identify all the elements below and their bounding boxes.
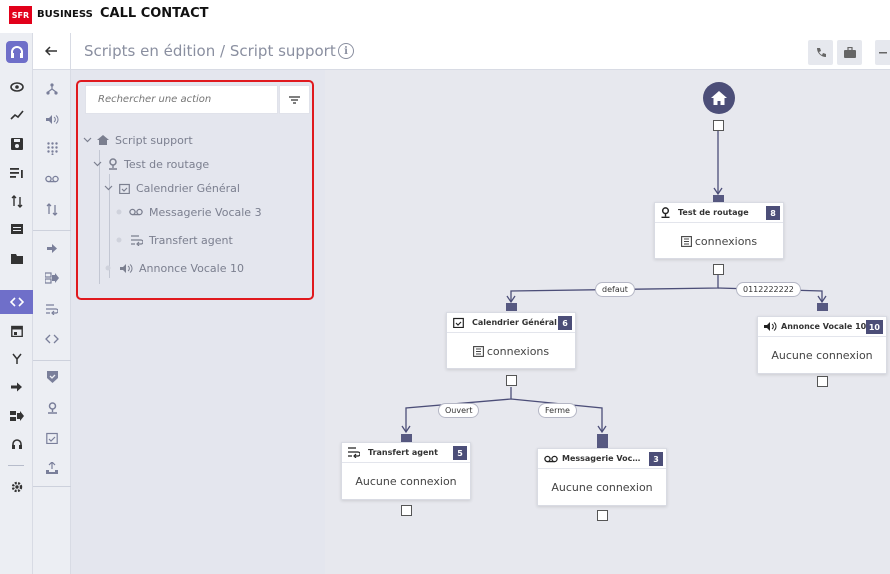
shield-check-icon[interactable] <box>33 367 71 387</box>
app-title: CALL CONTACT <box>100 6 209 21</box>
eye-icon[interactable] <box>0 76 33 98</box>
phone-button[interactable] <box>808 40 833 65</box>
node-body-label: connexions <box>486 344 550 358</box>
edge-label-ferme[interactable]: Ferme <box>538 403 577 418</box>
node-badge: 6 <box>558 316 572 330</box>
forward-icon[interactable] <box>33 238 71 258</box>
code-icon[interactable] <box>33 329 71 349</box>
voicemail-icon <box>544 455 558 462</box>
calendar-check-icon <box>453 317 464 328</box>
rail-divider <box>8 465 24 466</box>
upload-tray-icon[interactable] <box>33 458 71 478</box>
merge-icon[interactable] <box>0 348 33 370</box>
queue-icon[interactable] <box>0 161 33 183</box>
arrow-right-icon[interactable] <box>0 376 33 398</box>
agent-transfer-icon <box>348 447 360 458</box>
calendar-check-icon[interactable] <box>33 428 71 448</box>
route-icon[interactable] <box>0 405 33 427</box>
folder-icon[interactable] <box>0 247 33 269</box>
node-body-label: Aucune connexion <box>551 481 653 494</box>
node-annonce-vocale[interactable]: Annonce Vocale 10 10 Aucune connexion <box>757 316 887 374</box>
brand-label: BUSINESS <box>37 9 93 20</box>
info-icon[interactable]: i <box>338 43 354 59</box>
node-badge: 10 <box>865 320 883 334</box>
transfer-arrows-icon[interactable] <box>0 190 33 212</box>
calendrier-input-port[interactable] <box>506 303 517 311</box>
start-home-icon[interactable] <box>703 82 735 114</box>
node-header: Messagerie Voc… <box>538 449 666 469</box>
messagerie-input-port[interactable] <box>597 434 608 448</box>
list-icon <box>680 235 692 247</box>
transfert-output-port[interactable] <box>401 505 412 516</box>
node-title: Transfert agent <box>368 448 438 457</box>
swap-arrows-icon[interactable] <box>33 199 71 219</box>
node-body-label: Aucune connexion <box>355 475 457 488</box>
node-badge: 3 <box>649 452 663 466</box>
calendar-icon[interactable] <box>0 320 33 342</box>
speaker-icon[interactable] <box>33 109 71 129</box>
top-bar: SFR BUSINESS CALL CONTACT <box>0 0 890 33</box>
node-title: Calendrier Général <box>472 318 557 327</box>
location-pin-icon[interactable] <box>33 398 71 418</box>
transfert-input-port[interactable] <box>401 434 412 442</box>
dialpad-icon[interactable] <box>33 138 71 158</box>
speaker-icon <box>764 322 777 331</box>
node-test-routage[interactable]: Test de routage 8 connexions <box>654 202 784 259</box>
node-title: Annonce Vocale 10 <box>781 322 867 331</box>
edge-label-ouvert[interactable]: Ouvert <box>438 403 480 418</box>
headset-icon[interactable] <box>0 41 33 63</box>
routing-tree-icon[interactable] <box>33 79 71 99</box>
breadcrumb: Scripts en édition / Script support <box>84 42 336 60</box>
node-header: Calendrier Général <box>447 313 575 333</box>
location-pin-icon <box>661 207 670 218</box>
node-body-label: connexions <box>694 234 758 248</box>
back-arrow-icon[interactable] <box>33 33 71 69</box>
save-icon[interactable] <box>0 133 33 155</box>
sfr-logo[interactable]: SFR <box>9 6 32 24</box>
node-badge: 8 <box>766 206 780 220</box>
node-transfert-agent[interactable]: Transfert agent 5 Aucune connexion <box>341 442 471 500</box>
node-body-label: Aucune connexion <box>771 349 873 362</box>
calendrier-output-port[interactable] <box>506 375 517 386</box>
edge-label-defaut[interactable]: defaut <box>595 282 635 297</box>
annonce-output-port[interactable] <box>817 376 828 387</box>
agent-transfer-icon[interactable] <box>33 299 71 319</box>
highlight-frame <box>76 80 314 300</box>
node-header: Transfert agent <box>342 443 470 463</box>
voicemail-icon[interactable] <box>33 169 71 189</box>
action-type-rail <box>33 70 71 574</box>
rail-divider <box>33 360 71 361</box>
edge-label-number[interactable]: 0112222222 <box>736 282 801 297</box>
node-calendrier-general[interactable]: Calendrier Général 6 connexions <box>446 312 576 369</box>
routage-output-port[interactable] <box>713 264 724 275</box>
scripts-icon[interactable] <box>0 290 33 314</box>
more-button[interactable] <box>875 40 890 65</box>
node-header: Test de routage <box>655 203 783 223</box>
page-header: Scripts en édition / Script support i <box>33 33 890 70</box>
rail-divider <box>33 230 71 231</box>
headset-small-icon[interactable] <box>0 433 33 455</box>
route-out-icon[interactable] <box>33 268 71 288</box>
messagerie-output-port[interactable] <box>597 510 608 521</box>
node-body: connexions <box>447 334 575 368</box>
rail-divider <box>33 486 71 487</box>
list-icon <box>472 345 484 357</box>
briefcase-button[interactable] <box>837 40 862 65</box>
main-nav-rail <box>0 33 33 574</box>
node-badge: 5 <box>453 446 467 460</box>
node-title: Messagerie Voc… <box>562 454 641 463</box>
message-icon[interactable] <box>0 219 33 241</box>
script-canvas[interactable]: Test de routage 8 connexions defaut 0112… <box>325 70 890 574</box>
gear-icon[interactable] <box>0 476 33 498</box>
node-messagerie-vocale[interactable]: Messagerie Voc… 3 Aucune connexion <box>537 448 667 506</box>
start-output-port[interactable] <box>713 120 724 131</box>
node-title: Test de routage <box>678 208 749 217</box>
node-body: connexions <box>655 224 783 258</box>
trend-icon[interactable] <box>0 104 33 126</box>
annonce-input-port[interactable] <box>817 303 828 311</box>
